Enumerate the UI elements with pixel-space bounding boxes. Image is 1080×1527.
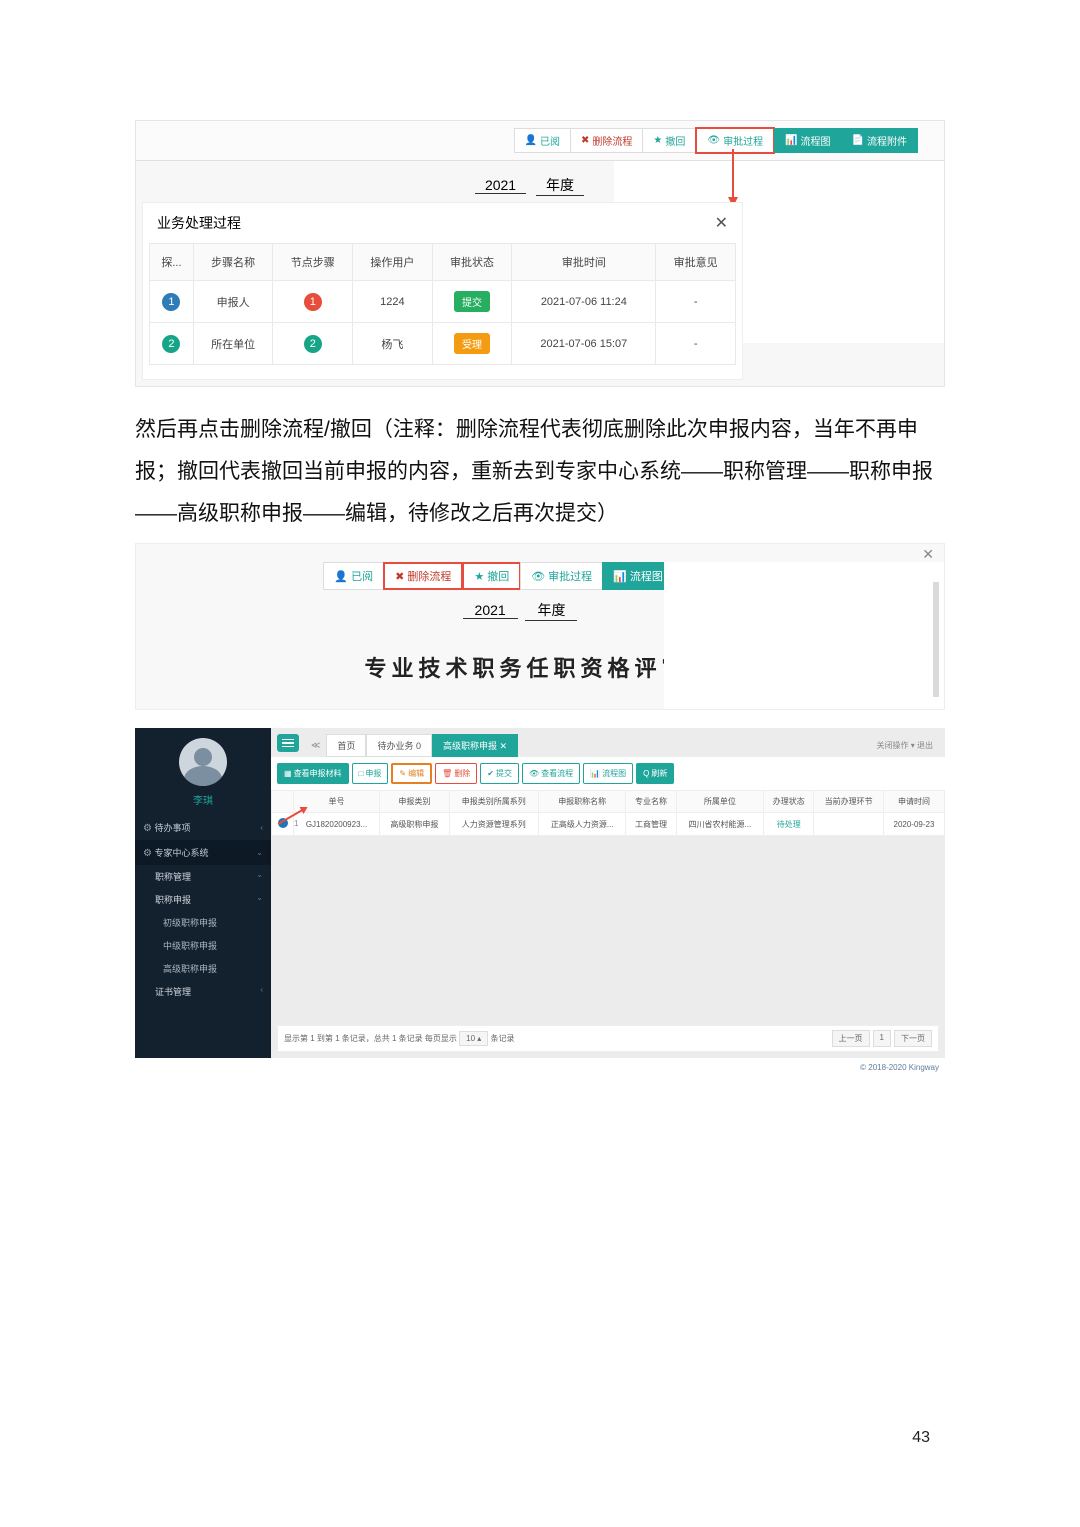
gear-icon: ⚙: [143, 823, 152, 834]
nav-title-apply[interactable]: 职称申报⌄: [135, 888, 271, 911]
main-panel: ≪ 首页 待办业务 0 高级职称申报 ✕ 关闭操作 ▾ 退出 ▦ 查看申报材料 …: [271, 728, 945, 1058]
read-button[interactable]: 👤 已阅: [514, 128, 571, 153]
nav-pending[interactable]: ⚙ 待办事项 ‹: [135, 815, 271, 840]
tab-bar: ≪ 首页 待办业务 0 高级职称申报 ✕ 关闭操作 ▾ 退出: [271, 728, 945, 757]
next-page-button[interactable]: 下一页: [894, 1030, 932, 1047]
screenshot-form-header: ✕ 👤 已阅 ✖ 删除流程 ★ 撤回 👁 审批过程 📊 流程图 📄 流程附件 2…: [135, 543, 945, 710]
table-row[interactable]: 1 GJ1820200923... 高级职称申报 人力资源管理系列 正高级人力资…: [272, 813, 945, 836]
recall-button[interactable]: ★ 撤回: [642, 128, 696, 153]
modal-title: 业务处理过程: [157, 213, 241, 233]
copyright-footer: © 2018-2020 Kingway: [860, 1063, 939, 1072]
status-submitted: 提交: [454, 291, 490, 312]
nav-expert-system[interactable]: ⚙ 专家中心系统 ⌄: [135, 840, 271, 865]
close-icon[interactable]: ✕: [715, 213, 728, 233]
table-row: 2 所在单位 2 杨飞 受理 2021-07-06 15:07 -: [150, 323, 736, 365]
annotation-arrow: [728, 149, 738, 207]
data-grid: 单号 申报类别 申报类别所属系列 申报职称名称 专业名称 所属单位 办理状态 当…: [271, 790, 945, 836]
flow-diagram-button[interactable]: 📊 流程图: [774, 128, 841, 153]
grid-toolbar: ▦ 查看申报材料 □ 申报 ✎ 编辑 🗑 删除 ✔ 提交 👁 查看流程 📊 流程…: [271, 757, 945, 790]
approve-process-button[interactable]: 👁 审批过程: [520, 562, 603, 590]
page-number: 43: [912, 1429, 930, 1447]
screenshot-process-modal: 👤 已阅 ✖ 删除流程 ★ 撤回 👁 审批过程 📊 流程图 📄 流程附件 202…: [135, 120, 945, 387]
gear-icon: ⚙: [143, 848, 152, 859]
pager: 显示第 1 到第 1 条记录，总共 1 条记录 每页显示 10 ▴ 条记录 上一…: [277, 1025, 939, 1052]
table-row: 1 申报人 1 1224 提交 2021-07-06 11:24 -: [150, 281, 736, 323]
refresh-button[interactable]: Q 刷新: [636, 763, 674, 784]
status-accepted: 受理: [454, 333, 490, 354]
process-modal: 业务处理过程 ✕ 探... 步骤名称 节点步骤 操作用户 审批状态 审批时间 审…: [142, 202, 743, 380]
apply-button[interactable]: □ 申报: [352, 763, 389, 784]
page-number-button[interactable]: 1: [873, 1030, 891, 1047]
nav-cert-mgmt[interactable]: 证书管理‹: [135, 980, 271, 1003]
tab-home[interactable]: 首页: [326, 734, 366, 757]
nav-title-mgmt[interactable]: 职称管理⌄: [135, 865, 271, 888]
step-badge-1: 1: [162, 293, 180, 311]
flow-diagram-button[interactable]: 📊 流程图: [583, 763, 633, 784]
recall-button[interactable]: ★ 撤回: [462, 562, 521, 590]
sidebar: 李琪 ⚙ 待办事项 ‹ ⚙ 专家中心系统 ⌄ 职称管理⌄ 职称申报⌄ 初级职称申…: [135, 728, 271, 1058]
close-icon[interactable]: ✕: [922, 546, 934, 563]
delete-button[interactable]: 🗑 删除: [435, 763, 477, 784]
nav-senior-apply[interactable]: 高级职称申报: [135, 957, 271, 980]
nav-junior-apply[interactable]: 初级职称申报: [135, 911, 271, 934]
username: 李琪: [135, 792, 271, 815]
tab-senior-apply[interactable]: 高级职称申报 ✕: [432, 734, 518, 757]
avatar: [179, 738, 227, 786]
read-button[interactable]: 👤 已阅: [323, 562, 384, 590]
tab-todo[interactable]: 待办业务 0: [366, 734, 432, 757]
step-badge-2: 2: [162, 335, 180, 353]
screenshot-admin-app: 李琪 ⚙ 待办事项 ‹ ⚙ 专家中心系统 ⌄ 职称管理⌄ 职称申报⌄ 初级职称申…: [135, 728, 945, 1058]
nav-mid-apply[interactable]: 中级职称申报: [135, 934, 271, 957]
chevron-down-icon: ⌄: [256, 848, 263, 857]
view-material-button[interactable]: ▦ 查看申报材料: [277, 763, 349, 784]
toolbar: 👤 已阅 ✖ 删除流程 ★ 撤回 👁 审批过程 📊 流程图 📄 流程附件: [136, 121, 944, 161]
delete-flow-button[interactable]: ✖ 删除流程: [383, 562, 463, 590]
view-flow-button[interactable]: 👁 查看流程: [522, 763, 580, 784]
instruction-paragraph: 然后再点击删除流程/撤回（注释：删除流程代表彻底删除此次申报内容，当年不再申报；…: [135, 409, 945, 535]
submit-button[interactable]: ✔ 提交: [480, 763, 519, 784]
node-badge-1: 1: [304, 293, 322, 311]
node-badge-2: 2: [304, 335, 322, 353]
edit-button[interactable]: ✎ 编辑: [391, 763, 432, 784]
hamburger-icon[interactable]: [277, 734, 299, 752]
process-table: 探... 步骤名称 节点步骤 操作用户 审批状态 审批时间 审批意见 1 申报人…: [149, 243, 736, 365]
flow-attachment-button[interactable]: 📄 流程附件: [841, 128, 918, 153]
delete-flow-button[interactable]: ✖ 删除流程: [570, 128, 643, 153]
chevron-left-icon: ‹: [260, 823, 263, 832]
tab-right-ops[interactable]: 关闭操作 ▾ 退出: [877, 740, 941, 751]
pagesize-select[interactable]: 10 ▴: [459, 1031, 488, 1046]
prev-page-button[interactable]: 上一页: [832, 1030, 870, 1047]
